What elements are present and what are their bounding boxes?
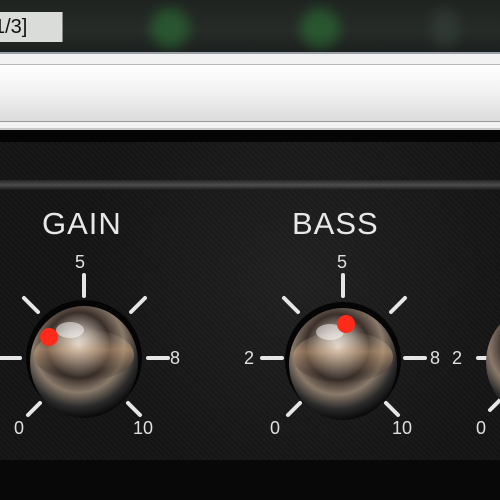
third-knob[interactable] <box>476 306 500 418</box>
gain-indicator-dot <box>40 328 58 346</box>
gain-knob[interactable] <box>0 273 170 418</box>
bass-indicator-dot <box>337 315 355 333</box>
knob-graphics <box>0 273 500 420</box>
bass-knob[interactable] <box>260 273 427 420</box>
